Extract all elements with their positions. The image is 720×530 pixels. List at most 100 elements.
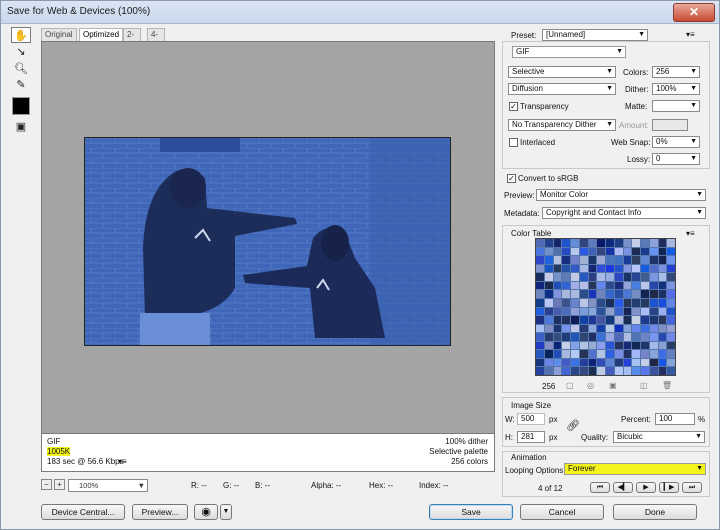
color-swatch[interactable]	[641, 290, 649, 298]
color-swatch[interactable]	[649, 324, 658, 333]
color-swatch[interactable]	[649, 333, 658, 341]
color-swatch[interactable]	[597, 358, 605, 367]
hand-tool-icon[interactable]: ✋	[11, 27, 31, 43]
color-swatch[interactable]	[658, 298, 667, 307]
color-swatch[interactable]	[544, 333, 553, 341]
color-swatch[interactable]	[641, 367, 649, 375]
browser-icon[interactable]: ◉	[194, 504, 218, 520]
color-swatch[interactable]	[614, 298, 623, 307]
color-swatch[interactable]	[632, 256, 640, 264]
color-swatch[interactable]	[614, 341, 623, 350]
color-swatch[interactable]	[544, 290, 553, 298]
color-swatch[interactable]	[562, 367, 570, 375]
color-swatch[interactable]	[588, 281, 597, 290]
color-swatch[interactable]	[649, 358, 658, 367]
convert-srgb-checkbox[interactable]: ✓	[507, 174, 516, 183]
eyedropper-tool-icon[interactable]: ✎	[11, 77, 31, 93]
color-swatch[interactable]	[606, 273, 614, 281]
color-swatch[interactable]	[562, 324, 570, 333]
color-swatch[interactable]	[553, 239, 562, 247]
cancel-button[interactable]: Cancel	[520, 504, 604, 520]
color-swatch[interactable]	[623, 307, 632, 316]
color-swatch[interactable]	[632, 281, 640, 290]
color-swatch[interactable]	[571, 333, 579, 341]
color-swatch[interactable]	[649, 239, 658, 247]
color-swatch[interactable]	[597, 333, 605, 341]
play-button[interactable]: ▶	[636, 482, 656, 493]
tab-optimized[interactable]: Optimized	[79, 28, 124, 41]
color-swatch[interactable]	[544, 350, 553, 358]
color-swatch[interactable]	[536, 273, 544, 281]
interlaced-checkbox[interactable]	[509, 138, 518, 147]
color-swatch[interactable]	[649, 273, 658, 281]
color-swatch[interactable]	[536, 256, 544, 264]
color-swatch[interactable]	[649, 264, 658, 273]
color-swatch[interactable]	[588, 247, 597, 256]
color-swatch[interactable]	[632, 307, 640, 316]
color-swatch[interactable]	[579, 298, 588, 307]
color-swatch[interactable]	[606, 333, 614, 341]
color-swatch[interactable]	[614, 358, 623, 367]
color-swatch[interactable]	[536, 350, 544, 358]
color-swatch[interactable]	[588, 273, 597, 281]
color-swatch[interactable]	[632, 341, 640, 350]
color-swatch[interactable]	[623, 239, 632, 247]
color-swatch[interactable]	[623, 316, 632, 324]
color-swatch[interactable]	[588, 350, 597, 358]
color-swatch[interactable]	[597, 281, 605, 290]
color-swatch[interactable]	[623, 333, 632, 341]
color-swatch[interactable]	[623, 298, 632, 307]
color-swatch[interactable]	[658, 307, 667, 316]
color-swatch[interactable]	[667, 281, 675, 290]
color-swatch[interactable]	[658, 324, 667, 333]
delete-color-icon[interactable]: 🗑︎	[662, 381, 672, 390]
color-swatch[interactable]	[667, 350, 675, 358]
color-swatch[interactable]	[544, 264, 553, 273]
lossy-field[interactable]: 0 ▼	[652, 153, 700, 165]
color-swatch[interactable]	[553, 358, 562, 367]
preset-select[interactable]: [Unnamed] ▼	[542, 29, 648, 41]
color-swatch[interactable]	[641, 358, 649, 367]
color-swatch[interactable]	[667, 247, 675, 256]
zoom-out-button[interactable]: −	[41, 479, 52, 490]
color-swatch[interactable]	[667, 273, 675, 281]
color-swatch[interactable]	[553, 350, 562, 358]
color-swatch[interactable]	[571, 350, 579, 358]
color-swatch[interactable]	[614, 324, 623, 333]
color-swatch[interactable]	[579, 333, 588, 341]
tab-2-up[interactable]: 2-Up	[123, 28, 142, 51]
matte-select[interactable]: ▼	[652, 100, 700, 112]
color-swatch[interactable]	[562, 264, 570, 273]
color-swatch[interactable]	[544, 281, 553, 290]
height-field[interactable]: 281	[517, 431, 545, 443]
color-swatch[interactable]	[553, 341, 562, 350]
width-field[interactable]: 500	[517, 413, 545, 425]
color-swatch[interactable]	[632, 290, 640, 298]
color-swatch[interactable]	[606, 290, 614, 298]
format-select[interactable]: GIF ▼	[512, 46, 626, 58]
color-swatch[interactable]	[667, 256, 675, 264]
color-swatch[interactable]	[632, 239, 640, 247]
color-swatch[interactable]	[667, 298, 675, 307]
color-swatch[interactable]	[544, 367, 553, 375]
new-color-icon[interactable]: ◫	[640, 381, 648, 390]
color-swatch[interactable]	[606, 247, 614, 256]
color-swatch[interactable]	[579, 281, 588, 290]
color-swatch[interactable]	[667, 367, 675, 375]
color-swatch[interactable]	[536, 358, 544, 367]
color-swatch[interactable]	[606, 316, 614, 324]
colors-select[interactable]: 256 ▼	[652, 66, 700, 78]
color-swatch[interactable]	[649, 290, 658, 298]
color-swatch[interactable]	[641, 264, 649, 273]
color-swatch[interactable]	[553, 290, 562, 298]
color-swatch[interactable]	[597, 341, 605, 350]
color-table-menu-icon[interactable]: ▾≡	[686, 229, 695, 238]
preview-canvas[interactable]	[41, 41, 495, 434]
color-swatch[interactable]	[553, 307, 562, 316]
transparency-checkbox[interactable]: ✓	[509, 102, 518, 111]
color-swatch[interactable]	[553, 247, 562, 256]
color-swatch[interactable]	[571, 367, 579, 375]
color-swatch[interactable]	[579, 341, 588, 350]
color-swatch[interactable]	[562, 273, 570, 281]
color-swatch[interactable]	[614, 333, 623, 341]
